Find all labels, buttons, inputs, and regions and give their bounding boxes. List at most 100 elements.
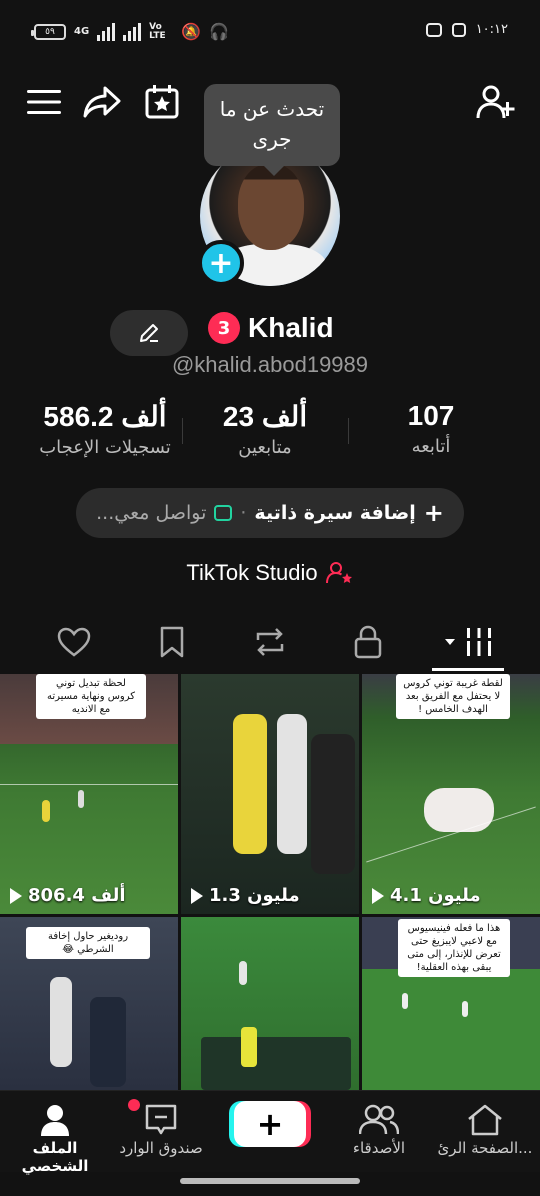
play-icon	[10, 887, 22, 904]
tab-private[interactable]	[346, 622, 390, 662]
instagram-icon	[451, 22, 466, 37]
tab-reposts[interactable]	[248, 622, 292, 662]
nav-friends-label: الأصدقاء	[352, 1139, 406, 1157]
person-black	[311, 734, 355, 874]
view-count: 806.4 ألف	[10, 885, 126, 906]
battery-level: ٥٩	[45, 26, 55, 37]
nav-home-label: الصفحة الرئ...	[437, 1139, 533, 1157]
edit-profile-button[interactable]	[110, 310, 188, 356]
nav-home[interactable]: الصفحة الرئ...	[430, 1101, 540, 1157]
lock-icon	[354, 625, 382, 659]
nav-inbox[interactable]: صندوق الوارد	[106, 1101, 216, 1157]
create-button[interactable]: +	[234, 1101, 306, 1147]
player	[78, 790, 84, 808]
pencil-icon	[140, 324, 158, 342]
player	[402, 993, 408, 1009]
avatar-face	[238, 164, 304, 250]
video-grid: لحظة تبديل توني كروس ونهاية مسيرته مع ال…	[0, 674, 540, 1090]
likes-label: تسجيلات الإعجاب	[39, 437, 171, 458]
signal-icon-2	[123, 22, 142, 41]
content-tabs	[0, 614, 540, 670]
tab-videos[interactable]	[434, 622, 504, 662]
battery-icon: ٥٩	[31, 23, 66, 40]
nav-profile[interactable]: الملف الشخصي	[0, 1101, 110, 1175]
bottom-navigation: الملف الشخصي صندوق الوارد + الأصدقاء الص…	[0, 1090, 540, 1175]
menu-icon[interactable]	[22, 80, 66, 124]
view-count: 1.3 مليون	[191, 885, 300, 906]
followers-label: متابعين	[238, 437, 292, 458]
nav-inbox-label: صندوق الوارد	[119, 1139, 203, 1157]
tooltip-bubble[interactable]: تحدث عن ما جرى	[204, 84, 340, 176]
likes-count: 586.2 ألف	[43, 401, 167, 432]
status-left: ٥٩ 4G Vo LTE 🔕 🎧	[31, 21, 229, 41]
player	[50, 977, 72, 1067]
following-count: 107	[407, 400, 455, 431]
video-thumbnail[interactable]: روديغير حاول إخافة الشرطي 😂	[0, 917, 178, 1090]
bookmark-icon	[160, 626, 184, 658]
home-icon	[430, 1101, 540, 1139]
stat-following[interactable]: 107 أتابعه	[346, 400, 516, 457]
play-icon	[191, 887, 203, 904]
video-caption: لقطة غريبة توني كروس لا يحتفل مع الفريق …	[396, 674, 510, 719]
video-thumbnail[interactable]: 1.3 مليون	[181, 674, 359, 914]
video-thumbnail[interactable]	[181, 917, 359, 1090]
status-right: ١٠:١٢	[425, 22, 508, 37]
studio-label: TikTok Studio	[186, 560, 318, 585]
player	[42, 800, 50, 822]
player	[462, 1001, 468, 1017]
following-label: أتابعه	[411, 436, 451, 457]
stat-likes[interactable]: 586.2 ألف تسجيلات الإعجاب	[20, 400, 190, 458]
player-yellow-kit	[233, 714, 267, 854]
add-bio-button[interactable]: + إضافة سيرة ذاتية · تواصل معي...	[76, 488, 464, 538]
calendar-star-icon[interactable]	[140, 80, 184, 124]
players-group	[424, 788, 494, 832]
steward	[241, 1027, 257, 1067]
bio-separator: ·	[240, 502, 247, 524]
volte-label: Vo LTE	[149, 21, 166, 41]
video-caption: روديغير حاول إخافة الشرطي 😂	[26, 927, 150, 959]
youtube-icon	[425, 22, 442, 37]
repost-icon	[256, 628, 284, 656]
player-white-kit	[277, 714, 307, 854]
stands	[201, 1037, 351, 1090]
followers-count: 23 ألف	[222, 401, 308, 432]
signal-icon	[97, 22, 116, 41]
tiktok-studio-link[interactable]: TikTok Studio	[0, 560, 540, 586]
chat-icon	[214, 505, 233, 521]
tab-favorites[interactable]	[150, 622, 194, 662]
video-caption: هذا ما فعله فينيسيوس مع لاعبي لايبزيغ حت…	[398, 919, 510, 977]
stat-followers[interactable]: 23 ألف متابعين	[180, 400, 350, 458]
video-thumbnail[interactable]: لقطة غريبة توني كروس لا يحتفل مع الفريق …	[362, 674, 540, 914]
clock: ١٠:١٢	[475, 22, 508, 37]
video-thumbnail[interactable]: لحظة تبديل توني كروس ونهاية مسيرته مع ال…	[0, 674, 178, 914]
name-row: 3 Khalid	[208, 312, 334, 344]
heart-icon	[57, 627, 91, 657]
inbox-icon	[106, 1101, 216, 1139]
network-type: 4G	[74, 26, 90, 37]
notification-badge[interactable]: 3	[208, 312, 240, 344]
status-bar: ٥٩ 4G Vo LTE 🔕 🎧 ١٠:١٢	[0, 0, 540, 66]
grid-icon	[463, 628, 495, 656]
profile-name: Khalid	[248, 312, 334, 343]
pitch-line	[0, 784, 178, 785]
profile-username: @khalid.abod19989	[171, 352, 369, 377]
police-officer	[90, 997, 126, 1087]
play-icon	[372, 887, 384, 904]
video-thumbnail[interactable]: هذا ما فعله فينيسيوس مع لاعبي لايبزيغ حت…	[362, 917, 540, 1090]
mute-icon: 🔕	[181, 22, 202, 41]
tab-liked[interactable]	[52, 622, 96, 662]
inbox-notification-dot	[128, 1099, 140, 1111]
home-indicator	[180, 1178, 360, 1184]
share-icon[interactable]	[80, 80, 124, 124]
add-bio-label: إضافة سيرة ذاتية	[254, 502, 416, 524]
plus-icon: +	[423, 499, 444, 527]
friends-icon	[324, 1101, 434, 1139]
add-user-icon[interactable]	[474, 80, 518, 124]
user-star-icon	[325, 562, 352, 584]
avatar-add-icon[interactable]: +	[198, 240, 244, 286]
view-count: 4.1 مليون	[372, 885, 481, 906]
stats-row: 107 أتابعه 23 ألف متابعين 586.2 ألف تسجي…	[0, 400, 540, 470]
active-tab-indicator	[432, 668, 504, 671]
nav-friends[interactable]: الأصدقاء	[324, 1101, 434, 1157]
chevron-down-icon	[445, 639, 455, 645]
